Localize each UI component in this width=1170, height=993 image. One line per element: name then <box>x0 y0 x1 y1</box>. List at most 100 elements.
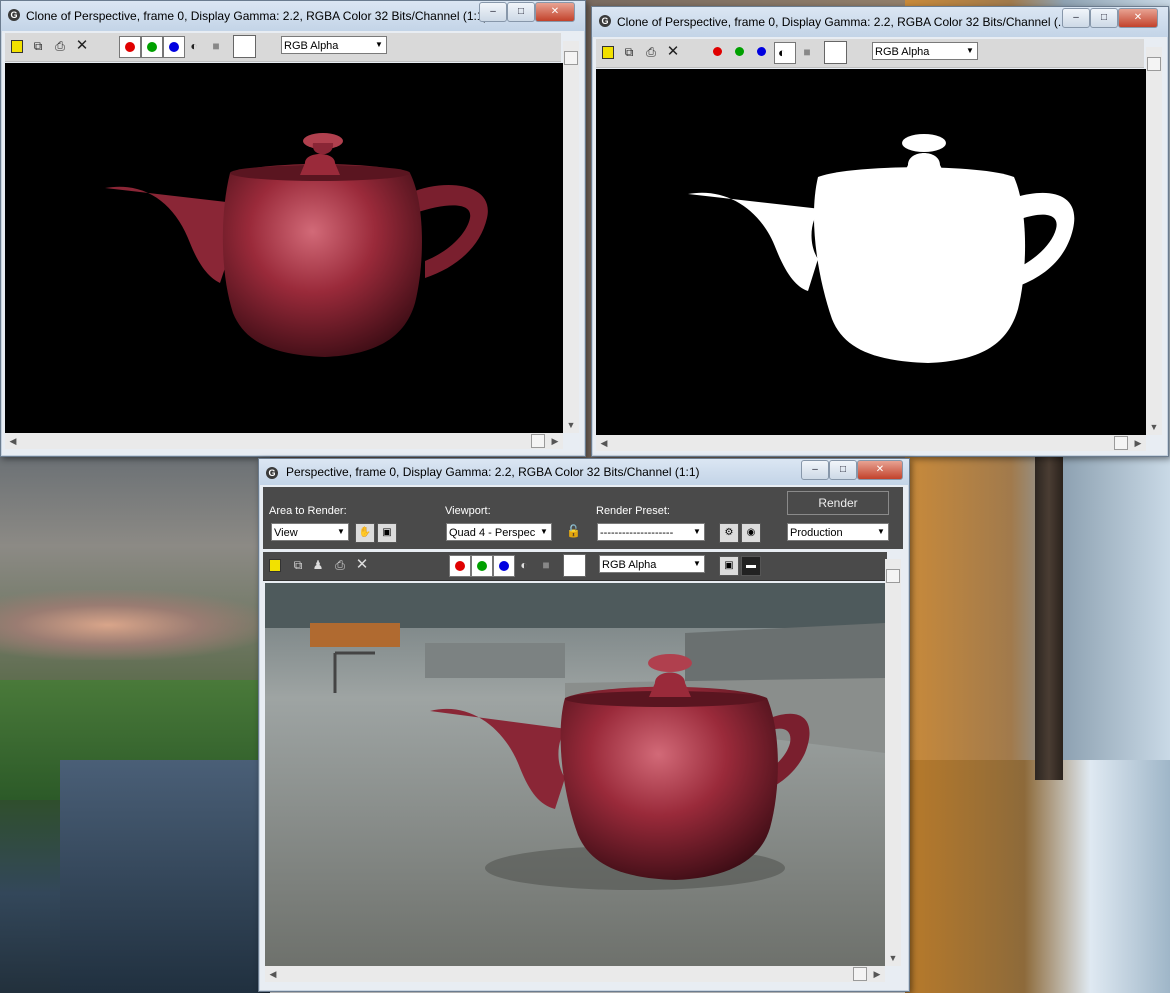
horizontal-scrollbar[interactable]: ◀ ▶ <box>5 433 563 449</box>
blue-channel-toggle[interactable] <box>754 45 768 59</box>
viewport-label: Viewport: <box>445 505 491 517</box>
area-to-render-select[interactable]: View ▼ <box>271 523 349 541</box>
skatepark-teapot-render <box>265 583 885 966</box>
clear-image-icon[interactable]: ✕ <box>355 557 369 572</box>
render-button[interactable]: Render <box>787 491 889 515</box>
blue-channel-toggle[interactable] <box>163 36 185 58</box>
minimize-button[interactable]: – <box>479 2 507 22</box>
window-title: Perspective, frame 0, Display Gamma: 2.2… <box>286 465 700 479</box>
close-button[interactable]: ✕ <box>857 460 903 480</box>
scroll-thumb[interactable] <box>886 569 900 583</box>
green-channel-toggle[interactable] <box>732 45 746 59</box>
print-image-icon[interactable]: ⎙ <box>644 45 658 59</box>
green-channel-toggle[interactable] <box>141 36 163 58</box>
teapot-render <box>105 133 488 357</box>
save-image-icon[interactable] <box>269 559 281 572</box>
chevron-down-icon: ▼ <box>963 43 977 59</box>
render-window-clone-rgb: G Clone of Perspective, frame 0, Display… <box>0 0 586 457</box>
chevron-down-icon: ▼ <box>537 524 551 540</box>
minimize-button[interactable]: – <box>1062 8 1090 28</box>
title-bar: G Perspective, frame 0, Display Gamma: 2… <box>259 459 909 485</box>
max-app-icon: G <box>266 467 278 479</box>
maximize-button[interactable]: □ <box>507 2 535 22</box>
lock-icon[interactable]: 🔓 <box>566 524 581 538</box>
render-preset-label: Render Preset: <box>596 505 670 517</box>
rendered-image <box>5 63 563 433</box>
max-app-icon: G <box>8 9 20 21</box>
toggle-ui-overlay-icon[interactable]: ▣ <box>719 556 739 576</box>
minimize-button[interactable]: – <box>801 460 829 480</box>
render-mode-select[interactable]: Production ▼ <box>787 523 889 541</box>
monochrome-icon[interactable]: ■ <box>800 45 814 59</box>
alpha-channel-icon[interactable]: ◐ <box>187 39 201 53</box>
environment-effects-icon[interactable]: ◉ <box>741 523 761 543</box>
horizontal-scrollbar[interactable]: ◀ ▶ <box>596 435 1146 451</box>
red-channel-toggle[interactable] <box>449 555 471 577</box>
vertical-scrollbar[interactable]: ▼ <box>885 559 901 966</box>
scroll-left-icon[interactable]: ◀ <box>596 435 612 451</box>
scroll-right-icon[interactable]: ▶ <box>1130 435 1146 451</box>
alpha-channel-toggle[interactable]: ◐ <box>774 42 796 64</box>
channel-display-value: RGB Alpha <box>284 40 339 52</box>
green-channel-toggle[interactable] <box>471 555 493 577</box>
scroll-thumb[interactable] <box>531 434 545 448</box>
render-toolbar: ⧉ ♟ ⎙ ✕ ◐ ■ RGB Alpha ▼ ▣ ▬ <box>263 552 887 581</box>
copy-image-icon[interactable]: ⧉ <box>622 45 636 59</box>
render-preset-value: -------------------- <box>600 527 674 539</box>
red-channel-toggle[interactable] <box>710 45 724 59</box>
blue-channel-toggle[interactable] <box>493 555 515 577</box>
toggle-ui-icon[interactable]: ▬ <box>741 556 761 576</box>
scroll-thumb[interactable] <box>1147 57 1161 71</box>
save-image-icon[interactable] <box>11 40 23 53</box>
chevron-down-icon: ▼ <box>690 524 704 540</box>
render-setup-panel: Area to Render: View ▼ ✋ ▣ Viewport: Qua… <box>263 487 903 549</box>
auto-region-icon[interactable]: ▣ <box>377 523 397 543</box>
clone-window-icon[interactable]: ♟ <box>311 558 325 572</box>
viewport-select[interactable]: Quad 4 - Perspec ▼ <box>446 523 552 541</box>
alpha-channel-icon[interactable]: ◐ <box>517 558 531 572</box>
close-button[interactable]: ✕ <box>535 2 575 22</box>
scroll-thumb[interactable] <box>853 967 867 981</box>
scroll-down-icon[interactable]: ▼ <box>1146 419 1162 435</box>
close-button[interactable]: ✕ <box>1118 8 1158 28</box>
horizontal-scrollbar[interactable]: ◀ ▶ <box>265 966 885 982</box>
print-image-icon[interactable]: ⎙ <box>53 39 67 53</box>
title-bar: G Clone of Perspective, frame 0, Display… <box>592 7 1168 37</box>
render-window-main: G Perspective, frame 0, Display Gamma: 2… <box>258 458 910 992</box>
vertical-scrollbar[interactable]: ▼ <box>1146 47 1162 435</box>
scroll-right-icon[interactable]: ▶ <box>869 966 885 982</box>
copy-image-icon[interactable]: ⧉ <box>31 39 45 53</box>
monochrome-icon[interactable]: ■ <box>209 39 223 53</box>
channel-display-value: RGB Alpha <box>602 559 657 571</box>
maximize-button[interactable]: □ <box>829 460 857 480</box>
monochrome-icon[interactable]: ■ <box>539 558 553 572</box>
save-image-icon[interactable] <box>602 46 614 59</box>
scroll-down-icon[interactable]: ▼ <box>563 417 579 433</box>
render-preset-select[interactable]: -------------------- ▼ <box>597 523 705 541</box>
color-swatch[interactable] <box>233 35 256 58</box>
channel-display-select[interactable]: RGB Alpha ▼ <box>281 36 387 54</box>
render-setup-icon[interactable]: ⚙ <box>719 523 739 543</box>
scroll-thumb[interactable] <box>1114 436 1128 450</box>
scroll-right-icon[interactable]: ▶ <box>547 433 563 449</box>
scroll-left-icon[interactable]: ◀ <box>5 433 21 449</box>
rendered-alpha-image <box>596 69 1146 435</box>
color-swatch[interactable] <box>563 554 586 577</box>
scroll-left-icon[interactable]: ◀ <box>265 966 281 982</box>
print-image-icon[interactable]: ⎙ <box>333 558 347 572</box>
window-title: Clone of Perspective, frame 0, Display G… <box>26 9 488 23</box>
copy-image-icon[interactable]: ⧉ <box>291 558 305 572</box>
scroll-down-icon[interactable]: ▼ <box>885 950 901 966</box>
max-app-icon: G <box>599 15 611 27</box>
color-swatch[interactable] <box>824 41 847 64</box>
channel-display-select[interactable]: RGB Alpha ▼ <box>872 42 978 60</box>
vertical-scrollbar[interactable]: ▼ <box>563 41 579 433</box>
clear-image-icon[interactable]: ✕ <box>75 38 89 53</box>
render-mode-value: Production <box>790 527 843 539</box>
maximize-button[interactable]: □ <box>1090 8 1118 28</box>
clear-image-icon[interactable]: ✕ <box>666 44 680 59</box>
channel-display-select[interactable]: RGB Alpha ▼ <box>599 555 705 573</box>
edit-region-icon[interactable]: ✋ <box>355 523 375 543</box>
scroll-thumb[interactable] <box>564 51 578 65</box>
red-channel-toggle[interactable] <box>119 36 141 58</box>
